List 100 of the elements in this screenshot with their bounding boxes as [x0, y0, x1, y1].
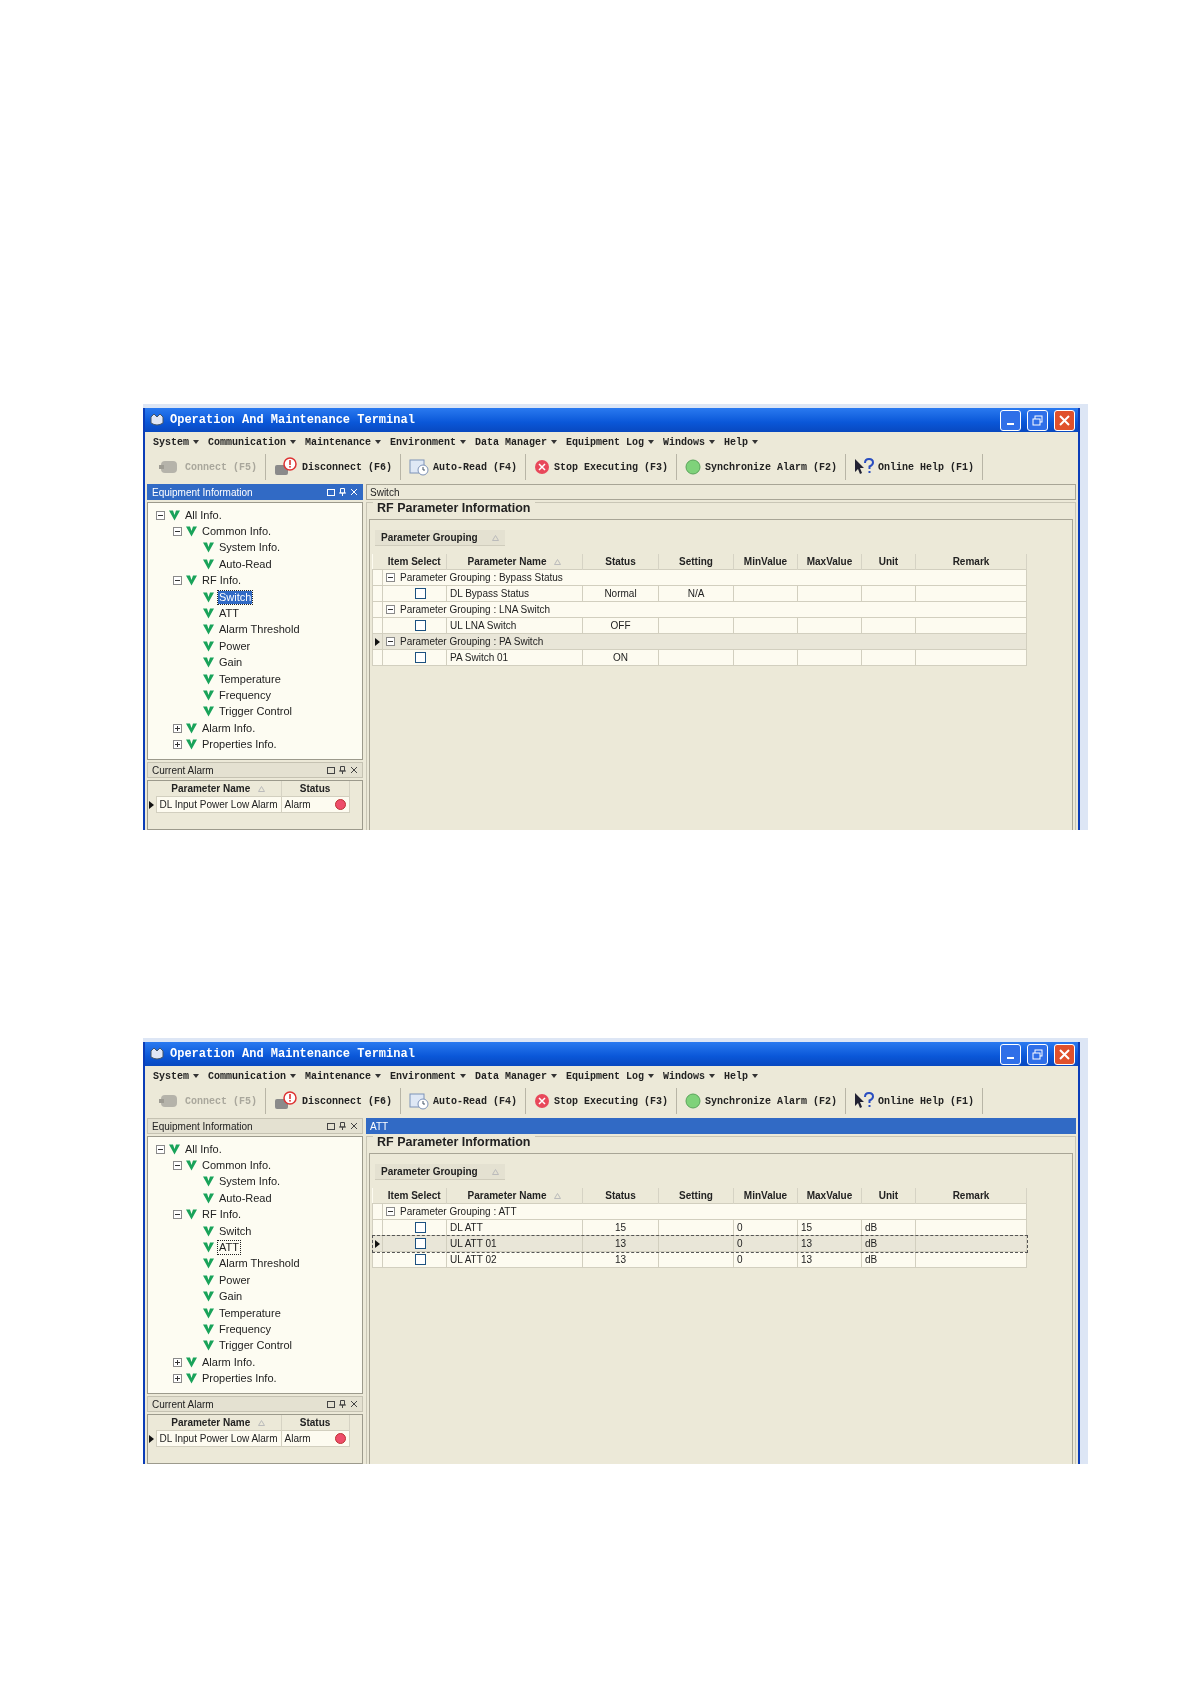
toolbar-button[interactable]: Disconnect (F6) — [266, 454, 402, 480]
toolbar-button[interactable]: Auto-Read (F4) — [401, 454, 527, 480]
menu-item[interactable]: System — [153, 436, 199, 448]
checkbox[interactable] — [415, 588, 426, 599]
tree-item[interactable]: All Info. — [184, 508, 223, 522]
collapse-icon[interactable] — [386, 573, 395, 582]
tree-item[interactable]: Gain — [218, 656, 244, 670]
tree-item[interactable]: Power — [218, 1273, 252, 1287]
menu-item[interactable]: Data Manager — [475, 1070, 558, 1082]
toolbar-button[interactable]: Online Help (F1) — [846, 1088, 984, 1114]
tree-item[interactable]: ATT — [218, 1241, 240, 1255]
collapse-icon[interactable] — [386, 637, 395, 646]
expand-icon[interactable] — [173, 1374, 182, 1384]
menu-item[interactable]: Windows — [663, 436, 716, 448]
close-icon[interactable] — [350, 1400, 358, 1408]
close-icon[interactable] — [350, 1122, 358, 1130]
toolbar-button[interactable]: Online Help (F1) — [846, 454, 984, 480]
toolbar-button[interactable]: Auto-Read (F4) — [401, 1088, 527, 1114]
minimize-button[interactable] — [1000, 409, 1021, 431]
menu-item[interactable]: Equipment Log — [566, 436, 655, 448]
tree-item[interactable]: All Info. — [184, 1142, 223, 1156]
checkbox[interactable] — [415, 1254, 426, 1265]
tree-item[interactable]: Frequency — [218, 1323, 272, 1336]
window-title: Operation And Maintenance Terminal — [170, 1047, 416, 1061]
menu-item[interactable]: Environment — [390, 1070, 467, 1082]
grouping-button[interactable]: Parameter Grouping — [375, 530, 505, 546]
checkbox[interactable] — [415, 620, 426, 631]
pin-icon[interactable] — [339, 1400, 346, 1408]
group-label: Parameter Grouping : ATT — [400, 1206, 517, 1217]
tree-item[interactable]: Temperature — [218, 672, 282, 686]
expand-icon[interactable] — [173, 1357, 182, 1367]
restore-icon[interactable] — [327, 1400, 335, 1408]
collapse-icon[interactable] — [386, 1207, 395, 1216]
tree-item[interactable]: Switch — [218, 1224, 253, 1238]
expand-icon[interactable] — [173, 723, 182, 733]
pin-icon[interactable] — [339, 1122, 346, 1130]
collapse-icon[interactable] — [156, 510, 165, 520]
menu-item[interactable]: System — [153, 1070, 199, 1082]
tree-node-icon — [203, 608, 214, 620]
tree-item[interactable]: Alarm Threshold — [218, 623, 301, 637]
close-button[interactable] — [1054, 1043, 1075, 1065]
tree-item[interactable]: Properties Info. — [201, 738, 278, 752]
grouping-button[interactable]: Parameter Grouping — [375, 1164, 505, 1180]
tree-item[interactable]: Properties Info. — [201, 1372, 278, 1386]
tree-item[interactable]: RF Info. — [201, 574, 243, 588]
checkbox[interactable] — [415, 1238, 426, 1249]
menu-item[interactable]: Maintenance — [305, 436, 382, 448]
tree-item[interactable]: Common Info. — [201, 525, 273, 539]
toolbar-button[interactable]: Disconnect (F6) — [266, 1088, 402, 1114]
tree-item[interactable]: System Info. — [218, 1175, 282, 1189]
collapse-icon[interactable] — [173, 576, 182, 586]
toolbar-button[interactable]: Synchronize Alarm (F2) — [677, 1088, 847, 1114]
restore-button[interactable] — [1027, 409, 1048, 431]
tree-item[interactable]: System Info. — [218, 541, 282, 555]
tree-item[interactable]: Trigger Control — [218, 1339, 293, 1353]
tree-item[interactable]: Switch — [218, 590, 253, 604]
checkbox[interactable] — [415, 1222, 426, 1233]
tree-item[interactable]: Auto-Read — [218, 1191, 273, 1205]
toolbar-button[interactable]: Synchronize Alarm (F2) — [677, 454, 847, 480]
minimize-button[interactable] — [1000, 1043, 1021, 1065]
tree-item[interactable]: Alarm Threshold — [218, 1257, 301, 1271]
menu-item[interactable]: Communication — [208, 436, 297, 448]
tree-item[interactable]: Alarm Info. — [201, 1355, 257, 1369]
tree-item[interactable]: Alarm Info. — [201, 721, 257, 735]
tree-item[interactable]: Frequency — [218, 689, 272, 702]
expand-icon[interactable] — [173, 740, 182, 750]
tree-item[interactable]: Gain — [218, 1290, 244, 1304]
tree-item[interactable]: Trigger Control — [218, 705, 293, 719]
menu-item[interactable]: Maintenance — [305, 1070, 382, 1082]
menu-item[interactable]: Windows — [663, 1070, 716, 1082]
tree-item[interactable]: ATT — [218, 607, 240, 621]
caret-icon — [460, 1074, 467, 1078]
close-icon[interactable] — [350, 766, 358, 774]
menu-item[interactable]: Help — [724, 436, 759, 448]
collapse-icon[interactable] — [173, 1161, 182, 1171]
menu-item[interactable]: Equipment Log — [566, 1070, 655, 1082]
tree-item[interactable]: RF Info. — [201, 1208, 243, 1222]
menu-item[interactable]: Communication — [208, 1070, 297, 1082]
toolbar-button[interactable]: Stop Executing (F3) — [526, 1088, 678, 1114]
restore-icon[interactable] — [327, 766, 335, 774]
tree-node-icon — [203, 673, 214, 685]
tree-item[interactable]: Common Info. — [201, 1159, 273, 1173]
collapse-icon[interactable] — [173, 527, 182, 537]
toolbar-button[interactable]: Stop Executing (F3) — [526, 454, 678, 480]
restore-icon[interactable] — [327, 1122, 335, 1130]
caret-icon — [752, 440, 759, 444]
collapse-icon[interactable] — [173, 1210, 182, 1220]
pin-icon[interactable] — [339, 766, 346, 774]
collapse-icon[interactable] — [156, 1144, 165, 1154]
close-button[interactable] — [1054, 409, 1075, 431]
checkbox[interactable] — [415, 652, 426, 663]
tree-item[interactable]: Auto-Read — [218, 557, 273, 571]
menu-item[interactable]: Data Manager — [475, 436, 558, 448]
menu-item[interactable]: Environment — [390, 436, 467, 448]
restore-button[interactable] — [1027, 1043, 1048, 1065]
tree-node-icon — [203, 1242, 214, 1254]
tree-item[interactable]: Power — [218, 639, 252, 653]
tree-item[interactable]: Temperature — [218, 1306, 282, 1320]
menu-item[interactable]: Help — [724, 1070, 759, 1082]
collapse-icon[interactable] — [386, 605, 395, 614]
